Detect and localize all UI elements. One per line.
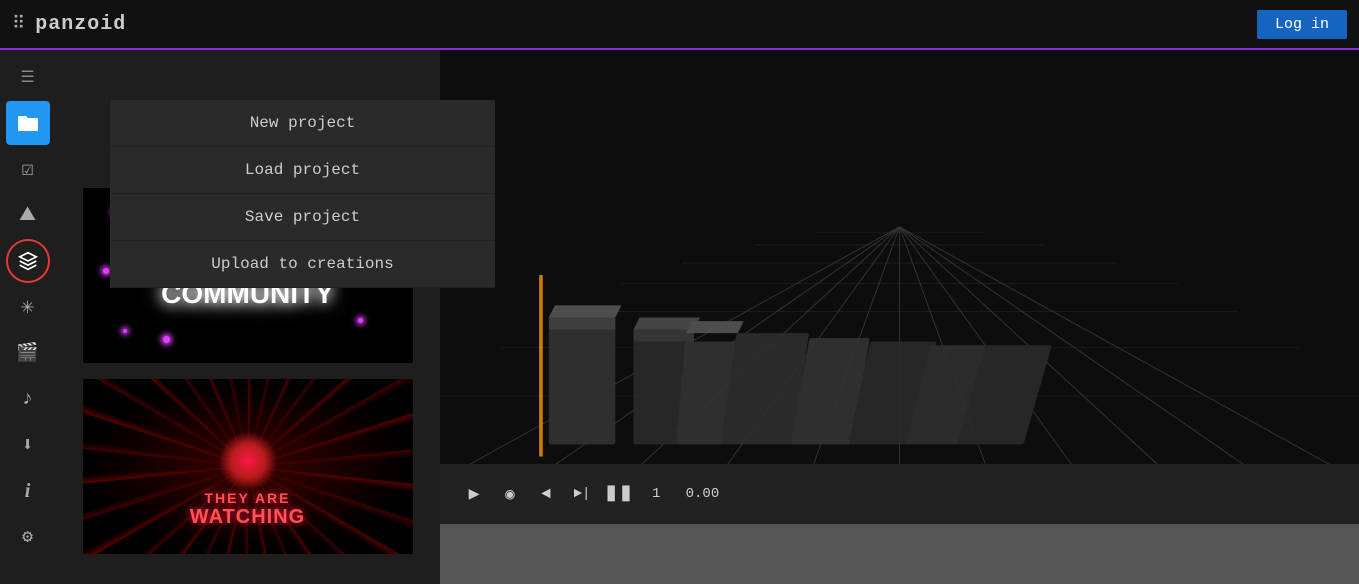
grid-icon: ⠿ xyxy=(12,13,25,35)
grid-canvas xyxy=(440,50,1359,464)
playback-bar: ▶ ◉ ◄ ►| ▐▌▐▌ 1 0.00 xyxy=(440,464,1359,524)
sidebar-icon-info[interactable]: i xyxy=(6,469,50,513)
preview-area xyxy=(440,50,1359,464)
sidebar-icon-video[interactable]: 🎬 xyxy=(6,331,50,375)
thumb-red-text: THEY ARE WATCHING xyxy=(83,490,413,529)
sidebar-icon-hamburger[interactable]: ☰ xyxy=(6,55,50,99)
sidebar-icon-folder[interactable] xyxy=(6,101,50,145)
main-area: ☰ ☑ ⛰ ✳ 🎬 ♪ ⬇ i ⚙ New project Load proje… xyxy=(0,50,1359,584)
menu-item-save-project[interactable]: Save project xyxy=(110,194,495,241)
thumbnail-red-intro[interactable]: THEY ARE WATCHING xyxy=(83,379,413,554)
timeline-area[interactable] xyxy=(440,524,1359,584)
dropdown-menu: New project Load project Save project Up… xyxy=(110,100,495,288)
frame-counter: 1 0.00 xyxy=(652,486,719,502)
volume-button[interactable]: ◄ xyxy=(532,480,560,508)
sidebar-icon-checkbox[interactable]: ☑ xyxy=(6,147,50,191)
play-button[interactable]: ▶ xyxy=(460,480,488,508)
menu-item-load-project[interactable]: Load project xyxy=(110,147,495,194)
sidebar-icon-music[interactable]: ♪ xyxy=(6,377,50,421)
sidebar-icon-settings[interactable]: ⚙ xyxy=(6,515,50,559)
sidebar-icon-landscape[interactable]: ⛰ xyxy=(6,193,50,237)
menu-item-upload-to-creations[interactable]: Upload to creations xyxy=(110,241,495,288)
app-title: panzoid xyxy=(35,13,126,36)
login-button[interactable]: Log in xyxy=(1257,10,1347,39)
sidebar-icon-cube[interactable] xyxy=(6,239,50,283)
center-panel: ▶ ◉ ◄ ►| ▐▌▐▌ 1 0.00 xyxy=(440,50,1359,584)
sidebar: ☰ ☑ ⛰ ✳ 🎬 ♪ ⬇ i ⚙ xyxy=(0,50,55,584)
eye-button[interactable]: ◉ xyxy=(496,480,524,508)
waveform-button[interactable]: ▐▌▐▌ xyxy=(604,480,632,508)
thumb-red-line2: WATCHING xyxy=(83,506,413,529)
thumb-red-line1: THEY ARE xyxy=(83,490,413,506)
step-forward-button[interactable]: ►| xyxy=(568,480,596,508)
top-bar: ⠿ panzoid Log in xyxy=(0,0,1359,50)
menu-item-new-project[interactable]: New project xyxy=(110,100,495,147)
sidebar-icon-download[interactable]: ⬇ xyxy=(6,423,50,467)
sidebar-icon-burst[interactable]: ✳ xyxy=(6,285,50,329)
